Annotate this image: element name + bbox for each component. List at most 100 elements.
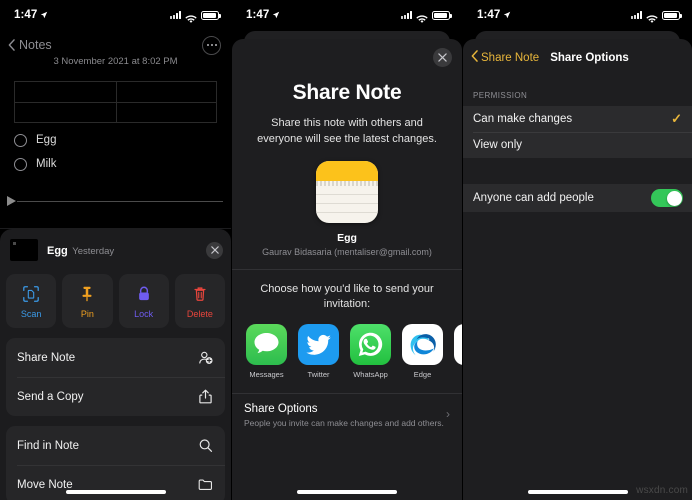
notes-icon-line [316,203,378,204]
menu-item-label: Find in Note [17,439,80,452]
toggle-row-anyone-can-add-people[interactable]: Anyone can add people [463,184,692,212]
permission-option-label: View only [473,139,523,151]
status-bar: 1:47 [0,0,231,30]
note-checklist: Egg Milk [14,128,217,176]
share-app-edge[interactable]: Edge [402,324,443,379]
quick-action-label: Pin [80,308,94,319]
action-menu-group-2: Find in Note Move Note [6,426,225,500]
list-item[interactable]: Milk [14,152,217,176]
drag-handle-line [17,200,223,202]
home-indicator [297,490,397,494]
person-add-icon [197,349,214,366]
quick-action-scan[interactable]: Scan [6,274,57,328]
action-menu-group-1: Share Note Send a Copy [6,338,225,416]
share-up-icon [197,388,214,405]
whatsapp-app-icon [350,324,391,365]
back-button-label: Share Note [481,51,540,64]
screenshot-strip: 1:47 Notes 3 November 2021 at 8:02 PM Eg… [0,0,692,500]
wifi-icon [646,11,658,23]
share-app-partial[interactable] [454,324,462,379]
choose-invitation-text: Choose how you'd like to send your invit… [260,283,434,310]
status-bar-time-group: 1:47 [477,9,511,21]
quick-action-label: Lock [134,308,154,319]
battery-icon [432,10,452,20]
close-icon[interactable] [433,48,452,67]
status-bar: 1:47 [232,0,462,30]
status-bar-time: 1:47 [14,9,38,21]
share-options-subtitle: People you invite can make changes and a… [244,418,444,428]
quick-action-pin[interactable]: Pin [62,274,113,328]
checkbox-icon[interactable] [14,157,27,171]
permission-option-list: Can make changes ✓ View only [463,106,692,158]
page-title: Share Options [550,51,629,64]
status-bar-indicators [631,10,682,23]
status-bar-indicators [401,10,452,23]
search-icon [197,437,214,454]
note-action-sheet: Egg Yesterday Scan Pin Lock Delete Share… [0,229,231,500]
panel-note-editor: 1:47 Notes 3 November 2021 at 8:02 PM Eg… [0,0,231,500]
chevron-left-icon [471,50,478,65]
wifi-icon [185,11,197,23]
share-description: Share this note with others and everyone… [257,117,437,145]
share-app-label: Twitter [307,370,330,379]
table-row-divider [15,102,216,103]
share-options-nav-bar: Share Note Share Options [463,39,692,65]
home-indicator [527,490,628,494]
note-thumbnail [10,239,38,261]
location-arrow-icon [40,11,48,19]
share-app-whatsapp[interactable]: WhatsApp [350,324,391,379]
share-options-text-block: Share Options People you invite can make… [244,403,444,428]
quick-action-delete[interactable]: Delete [174,274,225,328]
permission-option-can-make-changes[interactable]: Can make changes ✓ [463,106,692,132]
quick-actions-row: Scan Pin Lock Delete [0,269,231,328]
permission-option-view-only[interactable]: View only [463,132,692,158]
messages-app-icon [246,324,287,365]
quick-action-label: Scan [20,308,42,319]
panel-share-options: 1:47 Share Note Share Options PERMISSION… [462,0,692,500]
share-options-row[interactable]: Share Options People you invite can make… [232,393,462,428]
twitter-app-icon [298,324,339,365]
checkbox-icon[interactable] [14,133,27,147]
status-bar: 1:47 [463,0,692,30]
scan-document-icon [22,284,40,304]
note-nav-bar: Notes [0,32,231,58]
quick-action-label: Delete [186,308,213,319]
battery-icon [201,10,221,20]
divider [232,269,462,270]
action-sheet-note-title: Egg [47,245,68,257]
menu-item-find-in-note[interactable]: Find in Note [6,426,225,465]
back-to-notes-button[interactable]: Notes [8,38,52,52]
quick-action-lock[interactable]: Lock [118,274,169,328]
status-bar-time: 1:47 [477,9,501,21]
list-item[interactable]: Egg [14,128,217,152]
notes-icon-line [316,194,378,195]
menu-item-label: Move Note [17,478,73,491]
more-circle-icon[interactable] [202,35,221,55]
cellular-signal-icon [170,11,181,19]
share-options-card: Share Note Share Options PERMISSION Can … [463,39,692,500]
notes-app-icon [316,161,378,223]
watermark: wsxdn.com [636,485,688,496]
notes-icon-perforation [316,181,378,186]
menu-item-label: Send a Copy [17,390,84,403]
close-icon[interactable] [206,241,223,259]
status-bar-time: 1:47 [246,9,270,21]
share-app-messages[interactable]: Messages [246,324,287,379]
share-app-twitter[interactable]: Twitter [298,324,339,379]
back-button-label: Notes [19,38,52,52]
note-table[interactable] [14,81,217,123]
chevron-right-icon: › [446,407,450,421]
menu-item-send-a-copy[interactable]: Send a Copy [6,377,225,416]
toggle-knob [666,190,682,206]
note-drag-handle[interactable] [5,196,223,206]
share-apps-row: Messages Twitter WhatsApp Edge [232,312,462,379]
toggle-switch[interactable] [651,189,683,207]
chevron-left-icon [8,39,15,51]
menu-item-share-note[interactable]: Share Note [6,338,225,377]
menu-item-move-note[interactable]: Move Note [6,465,225,500]
action-sheet-titles: Egg Yesterday [47,241,197,259]
battery-icon [662,10,682,20]
back-to-share-note-button[interactable]: Share Note [471,50,539,65]
page-title: Share Note [292,81,402,104]
